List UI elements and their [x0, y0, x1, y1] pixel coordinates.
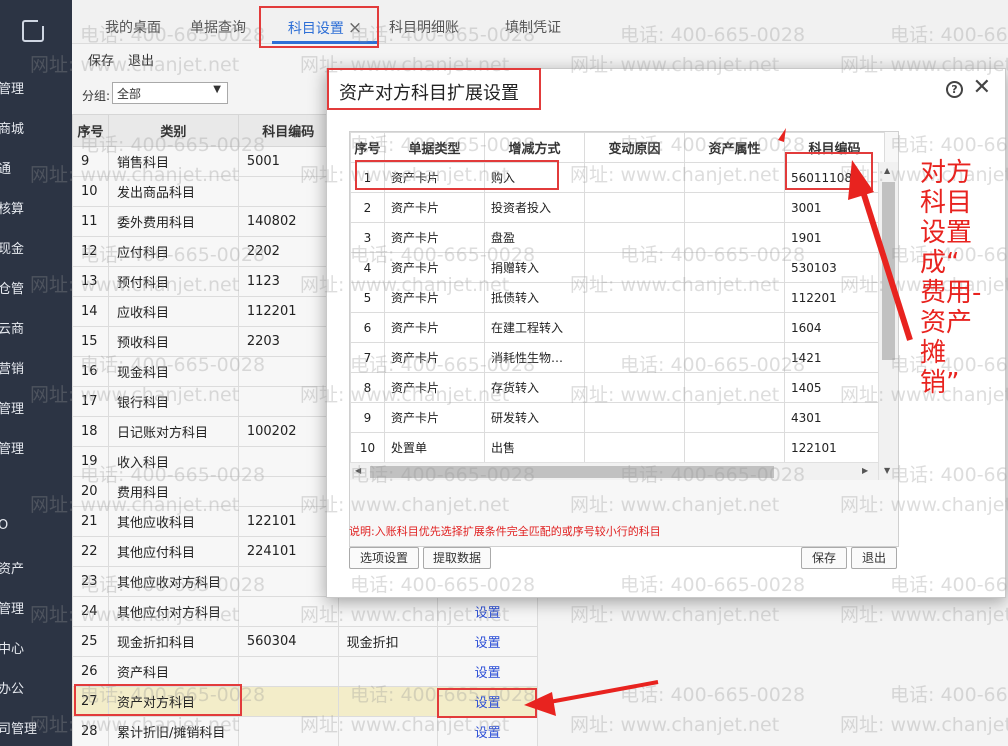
annotation-mark: [778, 128, 786, 142]
annotation-arrows: [524, 128, 913, 716]
annotation-text-line: 销”: [920, 368, 960, 398]
annotation-text: 对方 科目 设置 成“ 费用- 资产摊销”: [920, 158, 990, 398]
annotation-text-line: 科目: [920, 188, 973, 218]
annotation-text-line: 摊: [920, 338, 947, 368]
annotation-arrow-head: [524, 692, 556, 716]
annotation-text-line: 资产: [920, 308, 973, 338]
annotation-text-line: 成“: [920, 248, 960, 278]
annotation-text-line: 设置: [920, 218, 973, 248]
annotation-text-line: 费用-: [920, 278, 982, 308]
annotation-text-line: 对方: [920, 158, 973, 188]
annotation-arrow-line: [543, 680, 659, 705]
annotation-arrow-line: [857, 181, 913, 341]
annotation-arrow-head: [848, 160, 874, 200]
